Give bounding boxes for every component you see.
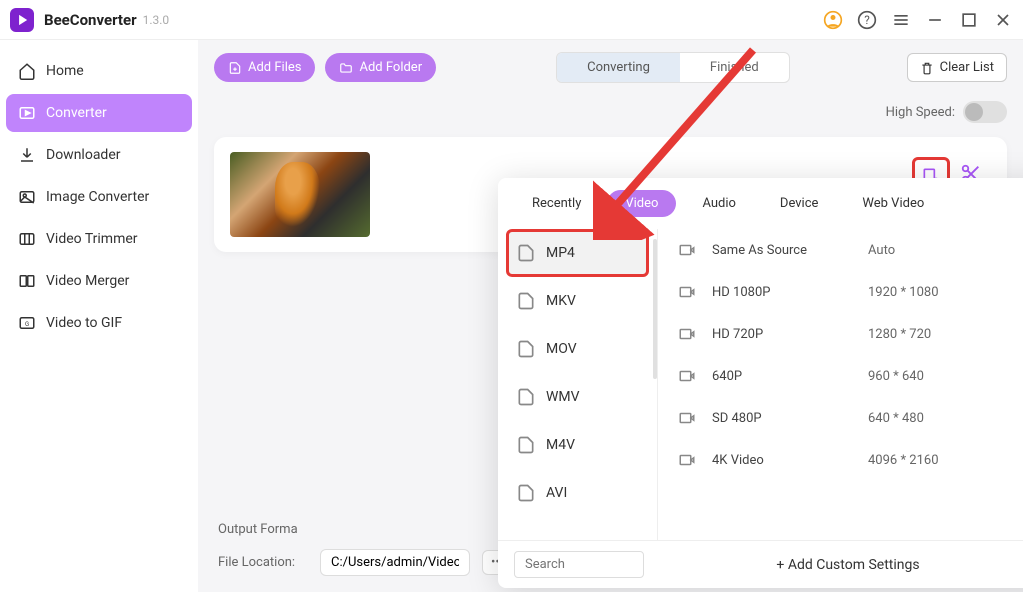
video-icon [678,241,696,259]
format-item-mov[interactable]: MOV [506,325,649,373]
resolution-list[interactable]: Same As Source Auto HD 1080P 1920 * 1080… [658,229,1023,540]
resolution-row[interactable]: 4K Video 4096 * 2160 [658,439,1023,481]
popup-tab-device[interactable]: Device [762,190,837,217]
file-location-input[interactable] [320,549,470,576]
tab-finished[interactable]: Finished [680,53,789,82]
help-icon[interactable]: ? [857,10,877,30]
sidebar-item-video-merger[interactable]: Video Merger [6,262,192,300]
output-format-label: Output Forma [218,522,308,537]
sidebar-item-video-gif[interactable]: G Video to GIF [6,304,192,342]
sidebar-item-label: Image Converter [46,189,149,205]
high-speed-row: High Speed: [214,101,1007,123]
svg-text:?: ? [864,13,870,27]
sidebar-item-home[interactable]: Home [6,52,192,90]
title-icons: ? [823,10,1013,30]
popup-footer: + Add Custom Settings [498,540,1023,588]
format-item-mkv[interactable]: MKV [506,277,649,325]
file-plus-icon [228,61,242,75]
format-list[interactable]: MP4 MKV MOV WMV [498,229,658,540]
popup-tab-video[interactable]: Video [607,190,676,217]
sidebar-item-image-converter[interactable]: Image Converter [6,178,192,216]
video-icon [678,325,696,343]
close-icon[interactable] [993,10,1013,30]
resolution-row[interactable]: Same As Source Auto [658,229,1023,271]
sidebar-item-label: Video Merger [46,273,129,289]
format-item-mp4[interactable]: MP4 [506,229,649,277]
format-item-avi[interactable]: AVI [506,469,649,517]
sidebar-item-video-trimmer[interactable]: Video Trimmer [6,220,192,258]
tabbar: Converting Finished [556,52,790,83]
avatar-icon[interactable] [823,10,843,30]
file-icon [516,483,536,503]
sidebar-item-downloader[interactable]: Downloader [6,136,192,174]
add-folder-button[interactable]: Add Folder [325,53,436,82]
sidebar-item-label: Video Trimmer [46,231,138,247]
trash-icon [920,61,934,75]
app-logo [10,8,34,32]
sidebar-item-label: Converter [46,105,107,121]
workspace: Add Files Add Folder Converting Finished… [198,40,1023,592]
app-version: 1.3.0 [143,13,170,27]
format-search-input[interactable] [514,551,644,578]
resolution-row[interactable]: 640P 960 * 640 [658,355,1023,397]
video-thumbnail[interactable] [230,152,370,237]
video-icon [678,283,696,301]
format-item-wmv[interactable]: WMV [506,373,649,421]
folder-plus-icon [339,61,353,75]
file-icon [516,435,536,455]
format-popup: Recently Video Audio Device Web Video MP… [498,178,1023,588]
add-custom-button[interactable]: + Add Custom Settings [654,557,1023,573]
popup-tab-audio[interactable]: Audio [684,190,753,217]
video-icon [678,367,696,385]
high-speed-toggle[interactable] [963,101,1007,123]
video-icon [678,409,696,427]
file-icon [516,387,536,407]
resolution-row[interactable]: HD 720P 1280 * 720 [658,313,1023,355]
add-files-button[interactable]: Add Files [214,53,315,82]
popup-tab-web[interactable]: Web Video [844,190,942,217]
high-speed-label: High Speed: [886,105,955,120]
resolution-row[interactable]: HD 1080P 1920 * 1080 [658,271,1023,313]
sidebar: Home Converter Downloader Image Converte… [0,40,198,592]
sidebar-item-label: Video to GIF [46,315,122,331]
sidebar-item-label: Home [46,63,84,79]
clear-list-button[interactable]: Clear List [907,53,1007,82]
titlebar: BeeConverter 1.3.0 ? [0,0,1023,40]
format-item-m4v[interactable]: M4V [506,421,649,469]
file-icon [516,291,536,311]
popup-tabs: Recently Video Audio Device Web Video [498,178,1023,229]
file-icon [516,243,536,263]
resolution-row[interactable]: SD 480P 640 * 480 [658,397,1023,439]
menu-icon[interactable] [891,10,911,30]
file-icon [516,339,536,359]
maximize-icon[interactable] [959,10,979,30]
video-icon [678,451,696,469]
popup-tab-recently[interactable]: Recently [514,190,599,217]
svg-text:G: G [25,321,29,328]
minimize-icon[interactable] [925,10,945,30]
tab-converting[interactable]: Converting [557,53,680,82]
toolbar: Add Files Add Folder Converting Finished… [214,52,1007,83]
file-location-label: File Location: [218,555,308,570]
app-title: BeeConverter [44,11,137,29]
sidebar-item-converter[interactable]: Converter [6,94,192,132]
sidebar-item-label: Downloader [46,147,121,163]
